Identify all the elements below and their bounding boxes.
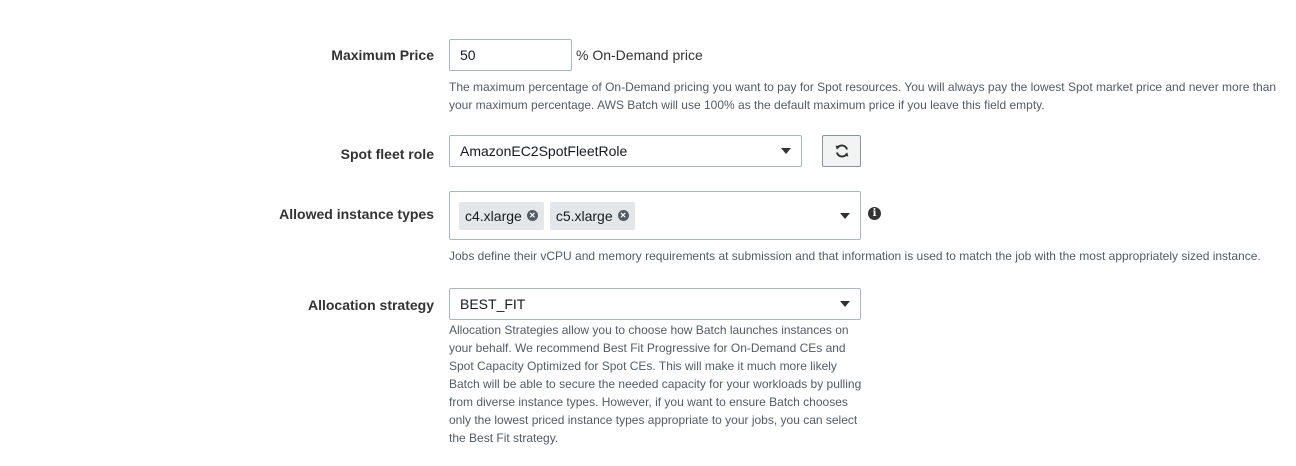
- allowed-instance-types-multiselect[interactable]: c4.xlarge ✕ c5.xlarge ✕: [449, 191, 861, 240]
- instance-type-token-label: c4.xlarge: [465, 207, 522, 224]
- maximum-price-help-line: your maximum percentage. AWS Batch will …: [449, 98, 1045, 112]
- allocation-strategy-label: Allocation strategy: [307, 297, 434, 313]
- maximum-price-suffix: % On-Demand price: [576, 47, 703, 63]
- maximum-price-label: Maximum Price: [331, 47, 434, 63]
- allocation-strategy-help: Allocation Strategies allow you to choos…: [449, 321, 869, 447]
- maximum-price-help: The maximum percentage of On-Demand pric…: [449, 78, 1276, 114]
- spot-fleet-role-select[interactable]: AmazonEC2SpotFleetRole: [449, 135, 802, 167]
- allocation-strategy-value: BEST_FIT: [460, 296, 526, 312]
- chevron-down-icon: [840, 301, 850, 307]
- allocation-strategy-help-line: from diverse instance types. However, if…: [449, 395, 848, 409]
- spot-fleet-role-value: AmazonEC2SpotFleetRole: [460, 143, 628, 159]
- remove-token-icon[interactable]: ✕: [526, 210, 538, 221]
- allocation-strategy-help-line: only the lowest priced instance types ap…: [449, 413, 858, 427]
- maximum-price-input[interactable]: [449, 39, 572, 71]
- instance-type-token: c4.xlarge ✕: [459, 201, 544, 230]
- allocation-strategy-help-line: Allocation Strategies allow you to choos…: [449, 323, 849, 337]
- refresh-button[interactable]: [822, 135, 861, 167]
- allowed-instance-types-label: Allowed instance types: [279, 206, 434, 222]
- remove-token-icon[interactable]: ✕: [617, 210, 629, 221]
- allocation-strategy-help-line: the Best Fit strategy.: [449, 431, 559, 445]
- spot-fleet-role-label: Spot fleet role: [340, 146, 434, 162]
- chevron-down-icon: [840, 212, 850, 219]
- instance-type-token: c5.xlarge ✕: [549, 201, 635, 230]
- allocation-strategy-help-line: your behalf. We recommend Best Fit Progr…: [449, 341, 846, 355]
- allocation-strategy-select[interactable]: BEST_FIT: [449, 288, 861, 320]
- allowed-instance-types-help: Jobs define their vCPU and memory requir…: [449, 249, 1261, 263]
- instance-type-token-label: c5.xlarge: [555, 207, 613, 224]
- maximum-price-help-line: The maximum percentage of On-Demand pric…: [449, 80, 1277, 94]
- chevron-down-icon: [781, 148, 791, 154]
- info-icon[interactable]: i: [868, 207, 881, 220]
- allocation-strategy-help-line: Batch will be able to secure the needed …: [449, 377, 862, 391]
- refresh-icon: [835, 144, 848, 158]
- allocation-strategy-help-line: Spot Capacity Optimized for Spot CEs. Th…: [449, 359, 837, 373]
